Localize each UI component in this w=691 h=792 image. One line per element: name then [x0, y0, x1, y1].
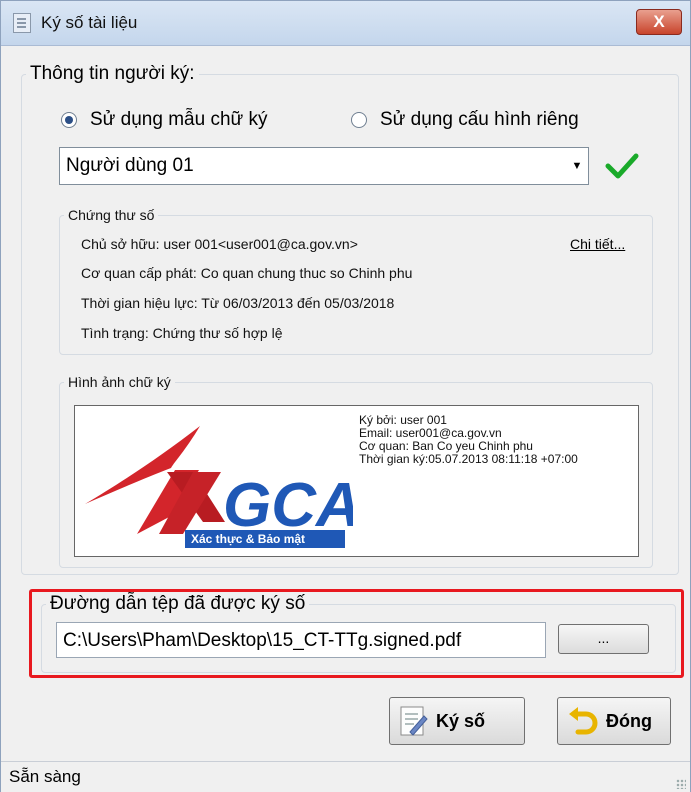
radio-label: Sử dụng cấu hình riêng — [380, 109, 579, 130]
highlight-annotation — [29, 589, 684, 678]
certificate-owner: Chủ sở hữu: user 001<user001@ca.gov.vn> — [81, 236, 358, 252]
signature-preview: GCA Xác thực & Bảo mật Ký bởi: user 001 … — [74, 405, 639, 557]
logo-tagline: Xác thực & Bảo mật — [191, 532, 305, 546]
signer-profile-value: Người dùng 01 — [66, 155, 194, 176]
resize-grip-icon[interactable] — [676, 779, 686, 789]
close-button-label: Đóng — [606, 711, 652, 731]
use-signature-template-radio[interactable]: Sử dụng mẫu chữ ký — [61, 109, 268, 131]
signature-image-legend: Hình ảnh chữ ký — [68, 374, 171, 390]
chevron-down-icon[interactable]: ▼ — [569, 151, 585, 181]
sign-document-icon — [400, 706, 428, 736]
signing-time: Thời gian ký:05.07.2013 08:11:18 +07:00 — [359, 452, 578, 466]
document-icon — [13, 13, 31, 33]
certificate-validity: Thời gian hiệu lực: Từ 06/03/2013 đến 05… — [81, 295, 395, 311]
close-button[interactable]: Đóng — [557, 697, 671, 745]
certificate-status: Tình trạng: Chứng thư số hợp lệ — [81, 325, 283, 341]
undo-arrow-icon — [569, 707, 598, 735]
sign-button[interactable]: Ký số — [389, 697, 525, 745]
certificate-issuer: Cơ quan cấp phát: Co quan chung thuc so … — [81, 265, 413, 281]
window-title: Ký số tài liệu — [41, 13, 138, 32]
signature-details: Ký bởi: user 001 Email: user001@ca.gov.v… — [359, 414, 578, 466]
certificate-legend: Chứng thư số — [68, 207, 155, 223]
radio-label: Sử dụng mẫu chữ ký — [90, 109, 268, 130]
title-bar[interactable]: Ký số tài liệu X — [1, 1, 690, 46]
radio-selected-icon — [61, 112, 77, 128]
sign-document-dialog: Ký số tài liệu X Thông tin người ký: Sử … — [0, 0, 691, 792]
gca-logo-icon: GCA Xác thực & Bảo mật — [85, 426, 353, 548]
close-window-button[interactable]: X — [636, 9, 682, 35]
certificate-details-link[interactable]: Chi tiết... — [570, 236, 625, 252]
status-text: Sẵn sàng — [9, 767, 81, 786]
signer-profile-select[interactable]: Người dùng 01 ▼ — [59, 147, 589, 185]
sign-button-label: Ký số — [436, 711, 486, 731]
signer-info-legend: Thông tin người ký: — [30, 63, 195, 84]
logo-text: GCA — [223, 471, 353, 540]
check-icon — [605, 153, 639, 179]
status-bar: Sẵn sàng — [1, 761, 690, 792]
radio-unselected-icon — [351, 112, 367, 128]
use-custom-config-radio[interactable]: Sử dụng cấu hình riêng — [351, 109, 579, 131]
